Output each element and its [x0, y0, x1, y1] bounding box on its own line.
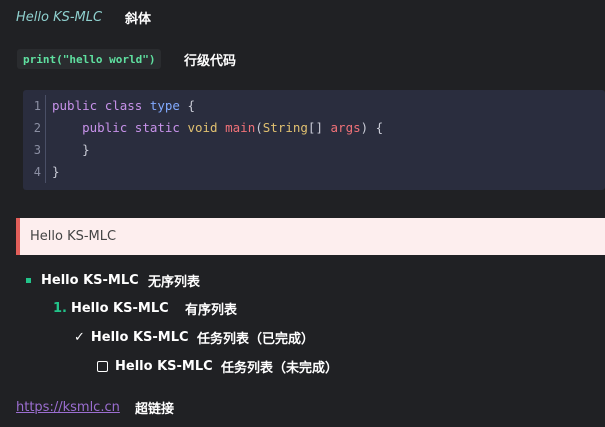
blockquote: Hello KS-MLC	[16, 218, 605, 255]
line-number: 3	[33, 143, 41, 157]
inline-code-label: 行级代码	[184, 53, 237, 69]
hyperlink[interactable]: https://ksmlc.cn	[16, 397, 120, 417]
task-todo-label: 任务列表（未完成）	[221, 360, 339, 376]
ordered-list-item: 1. Hello KS-MLC	[53, 298, 169, 318]
line-number: 2	[33, 121, 41, 135]
list-item-text: Hello KS-MLC	[70, 300, 169, 316]
line-number: 1	[33, 99, 41, 113]
code-line: public static void main(String[] args) {	[82, 120, 384, 135]
list-item-text: Hello KS-MLC	[115, 358, 213, 374]
checkbox-icon[interactable]	[97, 360, 108, 372]
ordered-list-label: 有序列表	[185, 302, 238, 318]
list-number: 1.	[53, 300, 67, 316]
italic-label: 斜体	[125, 11, 152, 27]
code-lines: public class type { public static void m…	[52, 95, 383, 183]
code-line: }	[52, 164, 60, 179]
code-line: }	[82, 142, 90, 157]
task-item-done[interactable]: ✓ Hello KS-MLC	[74, 327, 189, 347]
checkmark-icon[interactable]: ✓	[74, 330, 85, 345]
inline-code: print("hello world")	[17, 49, 162, 69]
unordered-list-item: Hello KS-MLC	[26, 270, 139, 290]
list-item-text: Hello KS-MLC	[41, 272, 139, 288]
line-number-gutter: 1 2 3 4	[23, 95, 46, 183]
unordered-list-label: 无序列表	[148, 274, 201, 290]
list-item-text: Hello KS-MLC	[90, 329, 189, 345]
task-done-label: 任务列表（已完成）	[197, 331, 315, 347]
line-number: 4	[33, 165, 41, 179]
bullet-icon	[26, 277, 31, 283]
task-item-todo[interactable]: Hello KS-MLC	[97, 356, 213, 376]
hyperlink-label: 超链接	[135, 401, 175, 417]
italic-text: Hello KS-MLC	[16, 9, 103, 25]
italic-example: Hello KS-MLC	[16, 8, 102, 26]
markdown-preview: Hello KS-MLC 斜体 print("hello world") 行级代…	[0, 0, 605, 427]
code-line: public class type {	[52, 98, 196, 113]
code-block: 1 2 3 4 public class type { public stati…	[23, 90, 605, 190]
